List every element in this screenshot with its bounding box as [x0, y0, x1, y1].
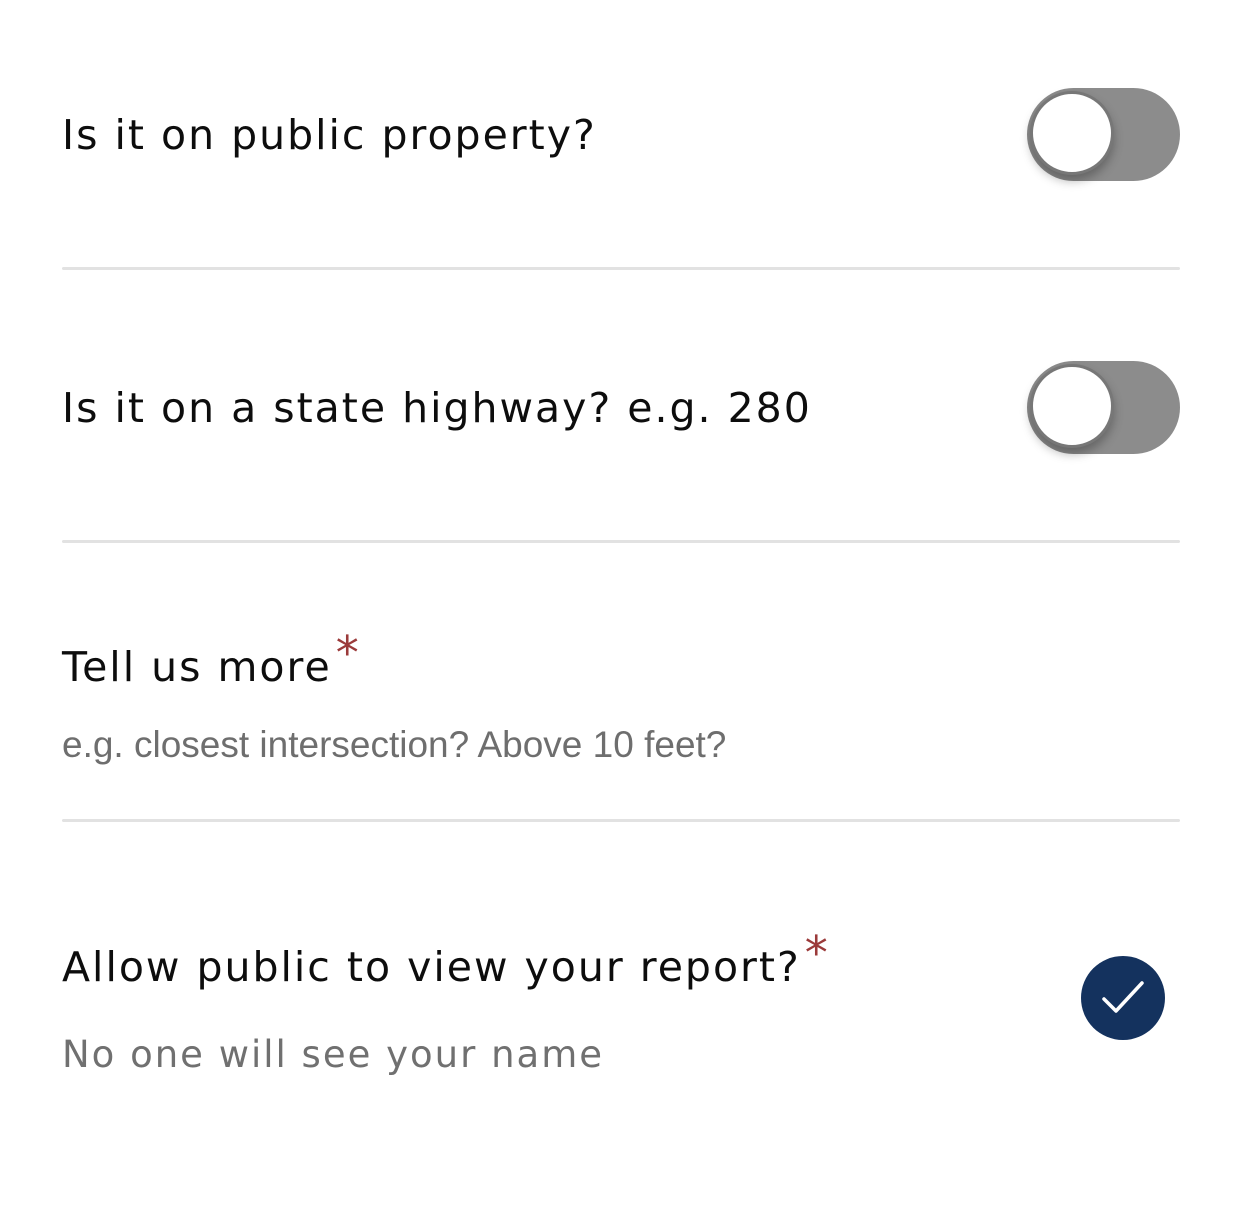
- state-highway-toggle[interactable]: [1027, 361, 1180, 454]
- allow-public-row: Allow public to view your report?* No on…: [62, 930, 1180, 1090]
- tell-us-more-row: Tell us more*: [62, 630, 1180, 780]
- allow-public-label: Allow public to view your report?*: [62, 930, 830, 991]
- tell-us-more-input[interactable]: [62, 720, 1180, 770]
- state-highway-label: Is it on a state highway? e.g. 280: [62, 384, 812, 432]
- divider: [62, 819, 1180, 822]
- toggle-knob: [1030, 364, 1114, 448]
- divider: [62, 267, 1180, 270]
- required-asterisk: *: [804, 926, 830, 980]
- public-property-row: Is it on public property?: [62, 88, 1180, 188]
- allow-public-checkbox[interactable]: [1081, 956, 1165, 1040]
- tell-us-more-label: Tell us more*: [62, 630, 361, 691]
- allow-public-label-text: Allow public to view your report?: [62, 943, 801, 991]
- state-highway-row: Is it on a state highway? e.g. 280: [62, 361, 1180, 461]
- tell-us-more-label-text: Tell us more: [62, 643, 332, 691]
- toggle-knob: [1030, 91, 1114, 175]
- check-icon: [1102, 981, 1144, 1013]
- public-property-label: Is it on public property?: [62, 111, 597, 159]
- divider: [62, 540, 1180, 543]
- allow-public-sublabel: No one will see your name: [62, 1033, 605, 1076]
- required-asterisk: *: [335, 626, 361, 680]
- public-property-toggle[interactable]: [1027, 88, 1180, 181]
